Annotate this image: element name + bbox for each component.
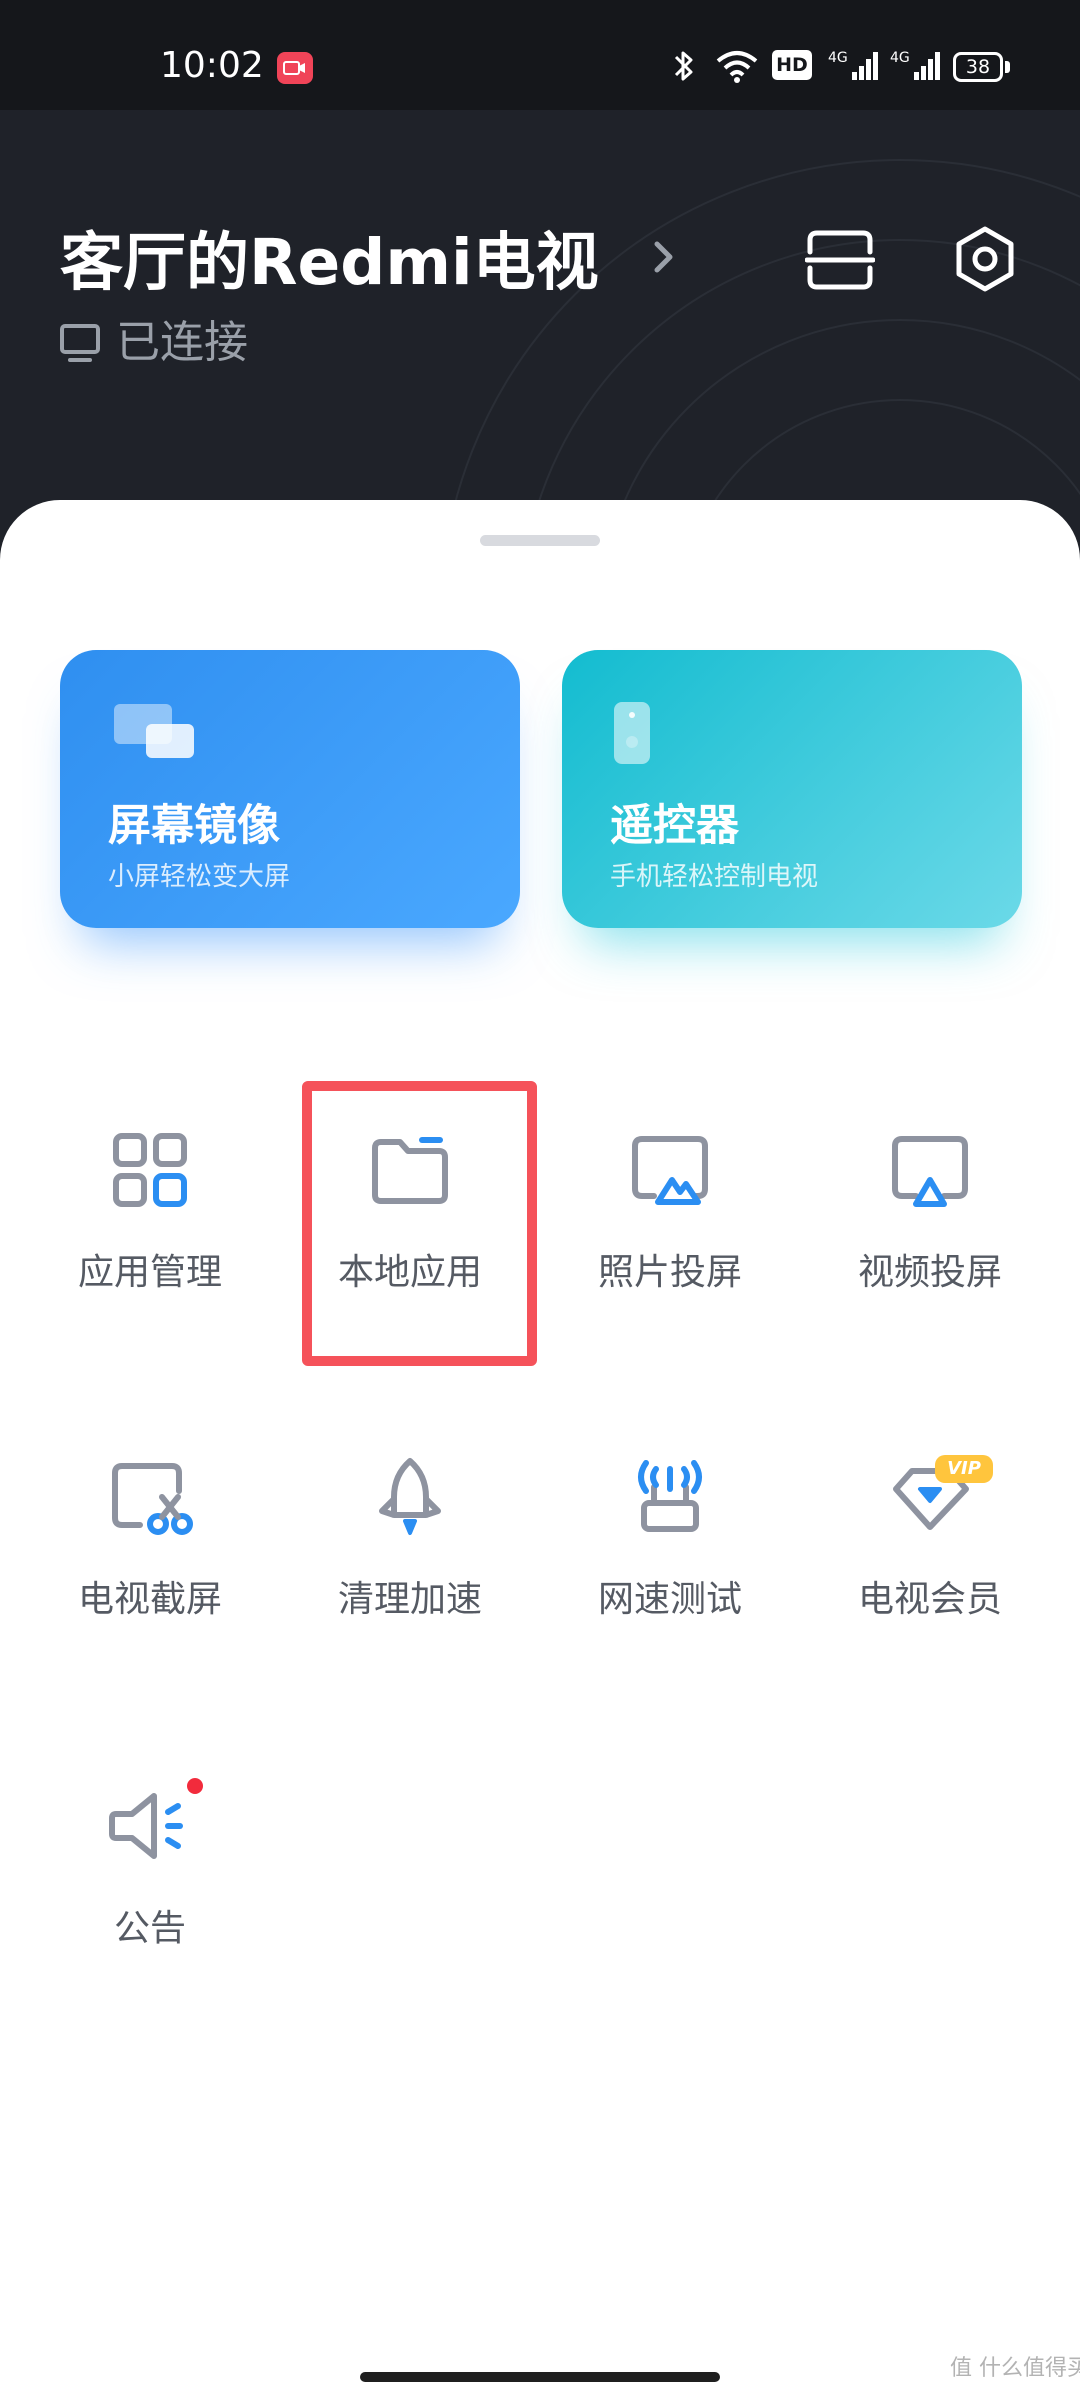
svg-text:4G: 4G <box>828 50 848 66</box>
screen-record-icon <box>277 52 313 84</box>
tool-label: 网速测试 <box>597 1579 742 1620</box>
screen-mirror-icon <box>114 704 194 758</box>
sheet-handle[interactable] <box>480 535 600 546</box>
remote-control-card[interactable]: 遥控器 手机轻松控制电视 <box>562 650 1022 928</box>
tv-icon <box>60 324 100 362</box>
wifi-icon <box>716 51 758 83</box>
scan-icon[interactable] <box>805 228 875 292</box>
router-icon <box>638 1460 702 1532</box>
watermark: 值 什么值得买 <box>950 2356 1080 2381</box>
tool-label: 公告 <box>113 1908 186 1949</box>
screenshot-scissors-icon <box>112 1463 193 1535</box>
notification-dot <box>187 1778 203 1794</box>
tool-speed-test[interactable]: 网速测试 <box>540 1447 800 1707</box>
hd-icon: HD <box>772 50 812 80</box>
rocket-icon <box>379 1458 441 1535</box>
tool-tv-membership[interactable]: 电视会员 <box>800 1447 1060 1707</box>
signal-4g-icon: 4G <box>828 50 878 80</box>
status-time: 10:02 <box>160 45 264 86</box>
tool-label: 应用管理 <box>77 1252 222 1293</box>
remote-control-icon <box>614 702 650 764</box>
svg-text:4G: 4G <box>890 50 910 66</box>
tool-tv-screenshot[interactable]: 电视截屏 <box>20 1447 280 1707</box>
connection-status: 已连接 <box>116 317 248 368</box>
highlight-frame <box>302 1081 537 1366</box>
battery-icon: 38 <box>953 52 1003 82</box>
card-title: 遥控器 <box>610 801 739 851</box>
tool-label: 电视截屏 <box>77 1579 222 1620</box>
tool-label: 视频投屏 <box>857 1252 1002 1293</box>
chevron-right-icon[interactable] <box>652 238 676 276</box>
tool-label: 照片投屏 <box>597 1252 742 1293</box>
tool-label: 清理加速 <box>337 1579 482 1620</box>
screen-mirror-card[interactable]: 屏幕镜像 小屏轻松变大屏 <box>60 650 520 928</box>
tool-cleanup-boost[interactable]: 清理加速 <box>280 1447 540 1707</box>
card-subtitle: 手机轻松控制电视 <box>610 862 819 892</box>
device-name[interactable]: 客厅的Redmi电视 <box>60 218 599 308</box>
tool-photo-cast[interactable]: 照片投屏 <box>540 1120 800 1380</box>
bluetooth-icon <box>674 51 693 81</box>
photo-cast-icon <box>632 1136 708 1205</box>
signal-4g-icon: 4G <box>890 50 940 80</box>
status-bar: 10:02 HD 4G 4G 38 <box>0 0 1080 110</box>
tool-label: 电视会员 <box>857 1579 1002 1620</box>
tool-announcement[interactable]: 公告 <box>20 1776 280 2036</box>
card-subtitle: 小屏轻松变大屏 <box>108 862 291 892</box>
app-grid-icon <box>113 1133 187 1207</box>
tool-app-management[interactable]: 应用管理 <box>20 1120 280 1380</box>
card-title: 屏幕镜像 <box>108 801 280 851</box>
speaker-icon <box>109 1793 183 1859</box>
battery-tip <box>1005 61 1010 73</box>
vip-badge: VIP <box>935 1455 993 1483</box>
settings-icon[interactable] <box>950 224 1020 294</box>
video-cast-icon <box>892 1136 968 1207</box>
home-indicator[interactable] <box>360 2372 720 2382</box>
tool-video-cast[interactable]: 视频投屏 <box>800 1120 1060 1380</box>
